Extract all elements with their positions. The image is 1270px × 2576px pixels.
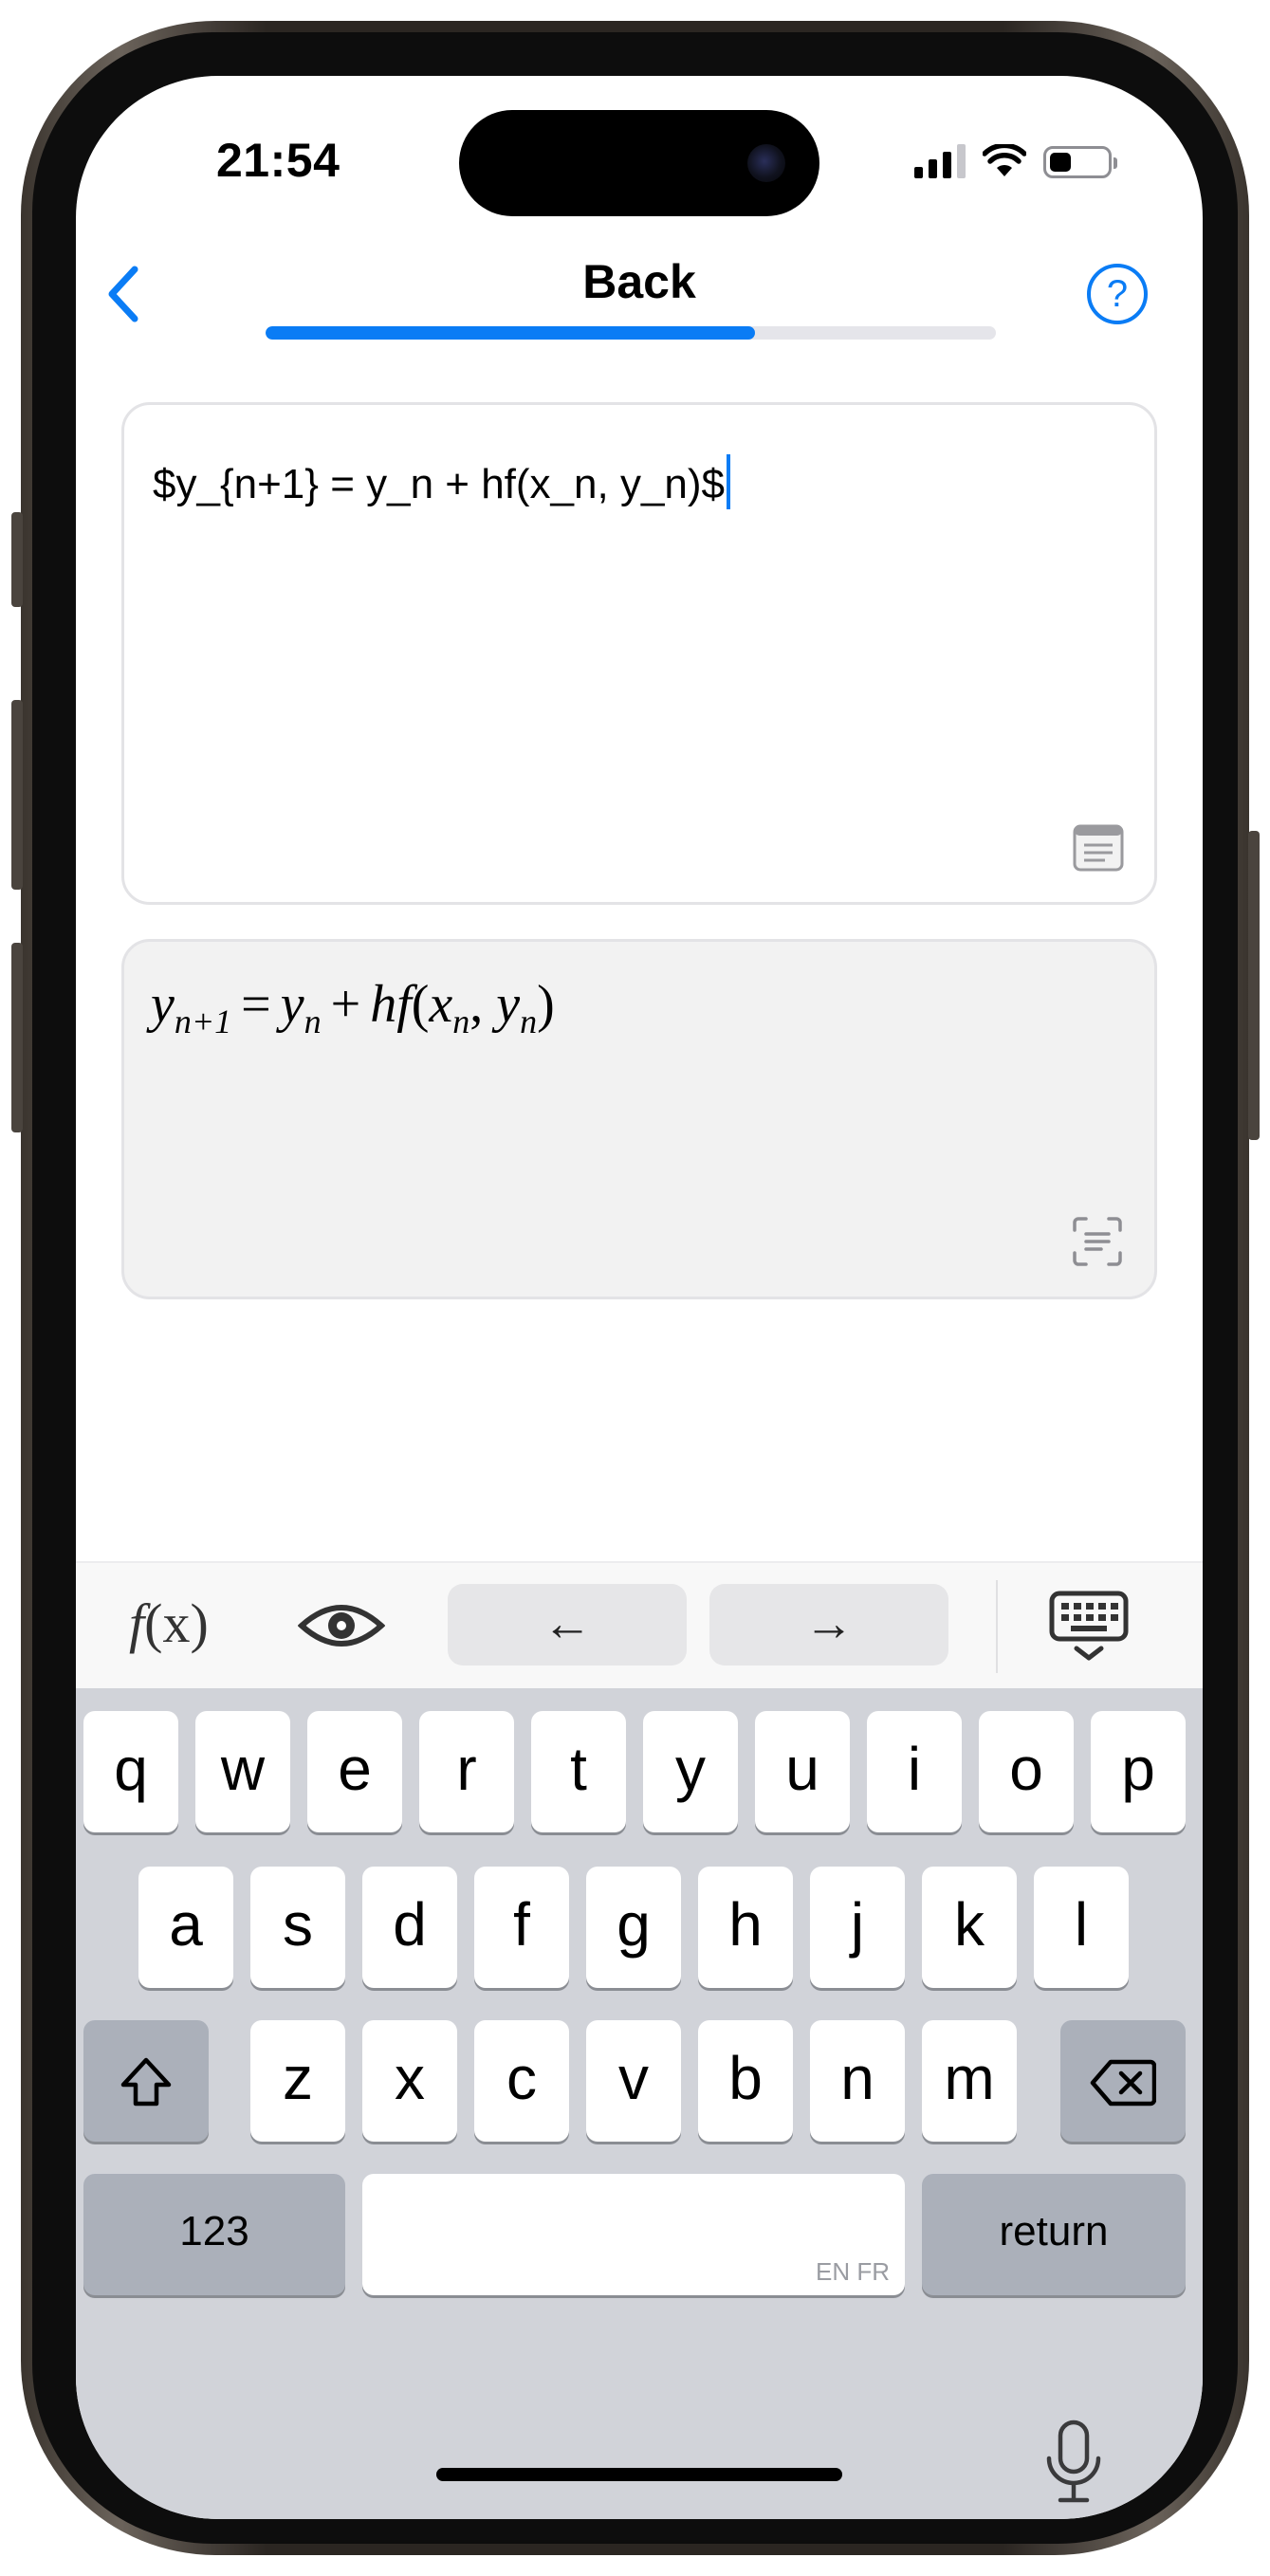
dynamic-island: [459, 110, 819, 216]
key-e[interactable]: e: [307, 1711, 402, 1832]
latex-source-value: $y_{n+1} = y_n + hf(x_n, y_n)$: [153, 461, 726, 507]
function-button[interactable]: f(x): [129, 1592, 209, 1655]
eye-icon[interactable]: [298, 1597, 385, 1654]
cursor-right-button[interactable]: →: [709, 1584, 948, 1665]
cursor-left-button[interactable]: ←: [448, 1584, 687, 1665]
page-title: Back: [582, 255, 696, 308]
status-time: 21:54: [216, 134, 341, 187]
key-t[interactable]: t: [531, 1711, 626, 1832]
power-button: [1248, 831, 1260, 1140]
numbers-key[interactable]: 123: [83, 2174, 345, 2295]
key-r[interactable]: r: [419, 1711, 514, 1832]
key-i[interactable]: i: [867, 1711, 962, 1832]
battery-icon: [1043, 146, 1117, 178]
progress-bar: [266, 326, 996, 340]
key-m[interactable]: m: [922, 2020, 1017, 2142]
key-z[interactable]: z: [250, 2020, 345, 2142]
rendered-preview: yn+1 = yn + hf(xn, yn): [121, 939, 1157, 1299]
text-caret: [727, 454, 731, 509]
key-w[interactable]: w: [195, 1711, 290, 1832]
key-k[interactable]: k: [922, 1867, 1017, 1988]
key-b[interactable]: b: [698, 2020, 793, 2142]
toolbar-divider: [996, 1580, 998, 1673]
key-c[interactable]: c: [474, 2020, 569, 2142]
key-p[interactable]: p: [1091, 1711, 1186, 1832]
key-v[interactable]: v: [586, 2020, 681, 2142]
shift-key[interactable]: [83, 2020, 209, 2142]
volume-down-button: [11, 943, 23, 1132]
action-button: [11, 512, 23, 607]
key-n[interactable]: n: [810, 2020, 905, 2142]
backspace-icon: [1090, 2059, 1157, 2107]
key-g[interactable]: g: [586, 1867, 681, 1988]
cellular-signal-icon: [914, 142, 966, 178]
status-icons: [914, 142, 1117, 178]
rendered-formula: yn+1 = yn + hf(xn, yn): [151, 975, 555, 1041]
key-x[interactable]: x: [362, 2020, 457, 2142]
home-indicator[interactable]: [436, 2468, 842, 2481]
key-a[interactable]: a: [138, 1867, 233, 1988]
key-u[interactable]: u: [755, 1711, 850, 1832]
microphone-icon[interactable]: [1043, 2419, 1104, 2506]
key-l[interactable]: l: [1034, 1867, 1129, 1988]
latex-source-text[interactable]: $y_{n+1} = y_n + hf(x_n, y_n)$: [153, 454, 731, 509]
scan-text-icon[interactable]: [1071, 1215, 1124, 1268]
document-view-icon[interactable]: [1073, 824, 1124, 872]
shift-icon: [120, 2057, 172, 2107]
wifi-icon: [983, 144, 1026, 176]
volume-up-button: [11, 700, 23, 890]
key-y[interactable]: y: [643, 1711, 738, 1832]
key-q[interactable]: q: [83, 1711, 178, 1832]
key-j[interactable]: j: [810, 1867, 905, 1988]
key-f[interactable]: f: [474, 1867, 569, 1988]
key-s[interactable]: s: [250, 1867, 345, 1988]
help-button[interactable]: ?: [1087, 264, 1148, 324]
language-indicator: EN FR: [816, 2257, 890, 2286]
keyboard: q w e r t y u i o p a s d f g h j k l z …: [76, 1688, 1203, 2519]
latex-editor[interactable]: $y_{n+1} = y_n + hf(x_n, y_n)$: [121, 402, 1157, 905]
keyboard-toolbar: f(x) ← →: [76, 1561, 1203, 1690]
backspace-key[interactable]: [1060, 2020, 1186, 2142]
key-o[interactable]: o: [979, 1711, 1074, 1832]
keyboard-dismiss-icon[interactable]: [1048, 1590, 1130, 1662]
key-h[interactable]: h: [698, 1867, 793, 1988]
screen: 21:54 Back ? $y_{n+1} = y_n + hf(x_n, y_…: [76, 76, 1203, 2519]
space-key[interactable]: EN FR: [362, 2174, 905, 2295]
key-d[interactable]: d: [362, 1867, 457, 1988]
camera-icon: [747, 144, 785, 182]
progress-fill: [266, 326, 755, 340]
return-key[interactable]: return: [922, 2174, 1186, 2295]
